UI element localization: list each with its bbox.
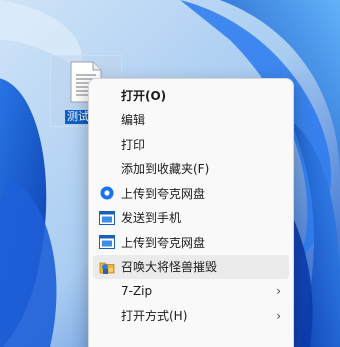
menu-item-label: 7-Zip xyxy=(121,284,153,299)
menu-item-label: 编辑 xyxy=(121,113,146,128)
menu-item-upload-quark[interactable]: 上传到夸克网盘 xyxy=(93,181,289,206)
menu-item-label: 打印 xyxy=(121,137,146,152)
menu-item-label: 添加到收藏夹(F) xyxy=(121,162,210,177)
menu-item-label: 上传到夸克网盘 xyxy=(121,235,206,250)
menu-item-open-with[interactable]: 打开方式(H) › xyxy=(93,304,289,329)
menu-item-label: 召唤大将怪兽摧毁 xyxy=(121,260,218,275)
menu-item-print[interactable]: 打印 xyxy=(93,132,289,157)
menu-item-upload-quark-2[interactable]: 上传到夸克网盘 xyxy=(93,230,289,255)
menu-item-label: 上传到夸克网盘 xyxy=(121,186,206,201)
menu-item-open[interactable]: 打开(O) xyxy=(93,83,289,108)
window-icon xyxy=(99,235,115,250)
chevron-right-icon: › xyxy=(276,308,281,323)
context-menu: 打开(O) 编辑 打印 添加到收藏夹(F) 上传到夸克网盘 发送到手机 上传到夸… xyxy=(88,78,294,347)
monster-folder-icon xyxy=(99,262,115,274)
menu-item-edit[interactable]: 编辑 xyxy=(93,108,289,133)
menu-item-7zip[interactable]: 7-Zip › xyxy=(93,279,289,304)
menu-item-send-to-phone[interactable]: 发送到手机 xyxy=(93,206,289,231)
menu-item-label: 打开方式(H) xyxy=(121,309,188,324)
chevron-right-icon: › xyxy=(276,284,281,299)
menu-item-add-favorites[interactable]: 添加到收藏夹(F) xyxy=(93,157,289,182)
menu-item-summon-monster[interactable]: 召唤大将怪兽摧毁 xyxy=(93,254,289,279)
phone-window-icon xyxy=(99,210,115,225)
menu-item-label: 发送到手机 xyxy=(121,211,182,226)
quark-cloud-icon xyxy=(100,186,114,200)
menu-item-label: 打开(O) xyxy=(121,88,167,103)
